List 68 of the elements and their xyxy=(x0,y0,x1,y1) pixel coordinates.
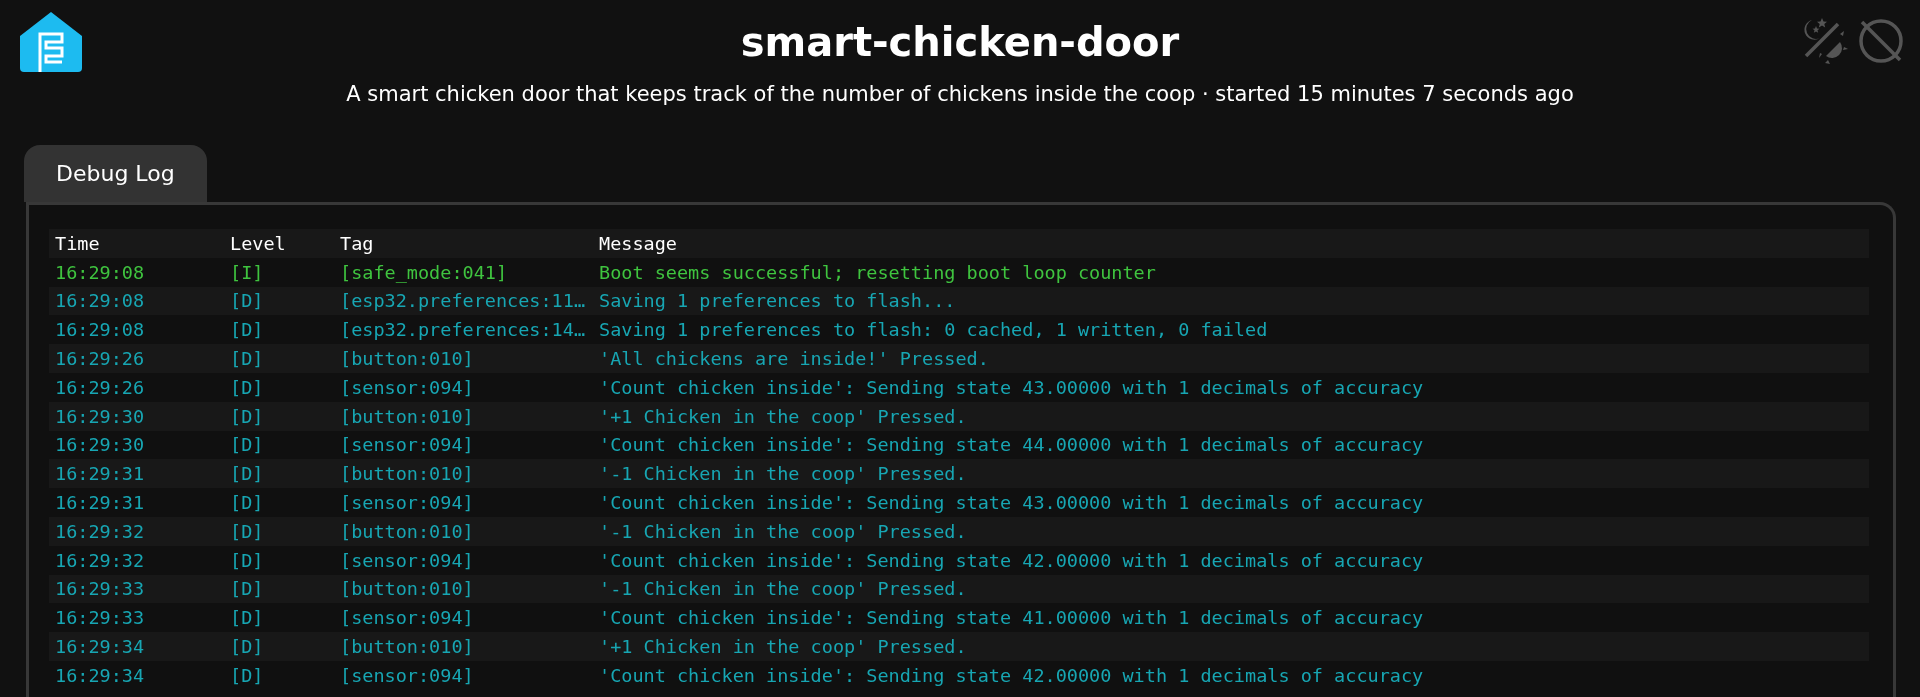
column-header: Message xyxy=(599,232,678,254)
level-cell-text: [D] xyxy=(230,290,265,312)
time-cell-text: 16:29:31 xyxy=(55,463,146,485)
tag-cell-text: [sensor:094] xyxy=(340,549,475,571)
message-cell-text: 'Count chicken inside': Sending state 43.00000 with 1 decimals of accuracy xyxy=(599,492,1425,514)
time-cell-text: 16:29:33 xyxy=(55,578,146,600)
level-cell-text: [I] xyxy=(230,261,265,283)
tag-cell-text: [esp32.preferences:11… xyxy=(340,290,587,312)
level-cell-text: [D] xyxy=(230,348,265,370)
time-cell-text: 16:29:26 xyxy=(55,376,146,398)
device-title: smart-chicken-door xyxy=(739,18,1181,67)
time-cell-text: 16:29:08 xyxy=(55,261,146,283)
level-cell-text: [D] xyxy=(230,463,265,485)
message-cell-text: Saving 1 preferences to flash: 0 cached, 1 written, 0 failed xyxy=(599,319,1269,341)
message-cell-text: 'Count chicken inside': Sending state 41.00000 with 1 decimals of accuracy xyxy=(599,607,1425,629)
level-cell-text: [D] xyxy=(230,549,265,571)
tag-cell-text: [button:010] xyxy=(340,636,475,658)
level-cell-text: [D] xyxy=(230,607,265,629)
time-cell-text: 16:29:08 xyxy=(55,290,146,312)
message-cell-text: '+1 Chicken in the coop' Pressed. xyxy=(599,405,968,427)
time-cell-text: 16:29:30 xyxy=(55,405,146,427)
logo-icon xyxy=(20,12,82,72)
level-cell-text: [D] xyxy=(230,319,265,341)
tag-cell-text: [button:010] xyxy=(340,520,475,542)
time-cell-text: 16:29:30 xyxy=(55,434,146,456)
tag-cell-text: [safe_mode:041] xyxy=(340,261,509,283)
message-cell-text: Saving 1 preferences to flash... xyxy=(599,290,957,312)
message-cell-text: '-1 Chicken in the coop' Pressed. xyxy=(599,578,968,600)
time-cell-text: 16:29:34 xyxy=(55,636,146,658)
tag-cell-text: [sensor:094] xyxy=(340,492,475,514)
level-cell-text: [D] xyxy=(230,636,265,658)
column-header: Level xyxy=(230,232,287,254)
message-cell-text: '+1 Chicken in the coop' Pressed. xyxy=(599,636,968,658)
message-cell-text: '-1 Chicken in the coop' Pressed. xyxy=(599,520,968,542)
message-cell-text: '-1 Chicken in the coop' Pressed. xyxy=(599,463,968,485)
time-cell-text: 16:29:32 xyxy=(55,520,146,542)
tag-cell-text: [sensor:094] xyxy=(340,376,475,398)
tag-cell-text: [sensor:094] xyxy=(340,434,475,456)
message-cell-text: Boot seems successful; resetting boot loop counter xyxy=(599,261,1157,283)
tag-cell-text: [button:010] xyxy=(340,578,475,600)
tab[interactable]: Debug Log xyxy=(24,145,207,202)
time-cell-text: 16:29:31 xyxy=(55,492,146,514)
time-cell-text: 16:29:32 xyxy=(55,549,146,571)
message-cell-text: 'Count chicken inside': Sending state 43.00000 with 1 decimals of accuracy xyxy=(599,376,1425,398)
tag-cell-text: [sensor:094] xyxy=(340,607,475,629)
message-cell-text: 'Count chicken inside': Sending state 42.00000 with 1 decimals of accuracy xyxy=(599,549,1425,571)
device-subtitle: A smart chicken door that keeps track of the number of chickens inside the coop · started 15 minutes 7 seconds ago xyxy=(346,82,1574,106)
level-cell-text: [D] xyxy=(230,434,265,456)
level-cell-text: [D] xyxy=(230,376,265,398)
tag-cell-text: [sensor:094] xyxy=(340,664,475,686)
level-cell-text: [D] xyxy=(230,405,265,427)
tag-cell-text: [esp32.preferences:14… xyxy=(340,319,587,341)
message-cell-text: 'Count chicken inside': Sending state 42.00000 with 1 decimals of accuracy xyxy=(599,664,1425,686)
tag-cell-text: [button:010] xyxy=(340,405,475,427)
time-cell-text: 16:29:26 xyxy=(55,348,146,370)
message-cell-text: 'Count chicken inside': Sending state 44.00000 with 1 decimals of accuracy xyxy=(599,434,1425,456)
message-cell-text: 'All chickens are inside!' Pressed. xyxy=(599,348,990,370)
time-cell-text: 16:29:08 xyxy=(55,319,146,341)
time-cell-text: 16:29:34 xyxy=(55,664,146,686)
level-cell-text: [D] xyxy=(230,578,265,600)
time-cell-text: 16:29:33 xyxy=(55,607,146,629)
level-cell-text: [D] xyxy=(230,492,265,514)
level-cell-text: [D] xyxy=(230,664,265,686)
level-cell-text: [D] xyxy=(230,520,265,542)
column-header: Time xyxy=(55,232,101,254)
tag-cell-text: [button:010] xyxy=(340,348,475,370)
column-header: Tag xyxy=(340,232,375,254)
tag-cell-text: [button:010] xyxy=(340,463,475,485)
